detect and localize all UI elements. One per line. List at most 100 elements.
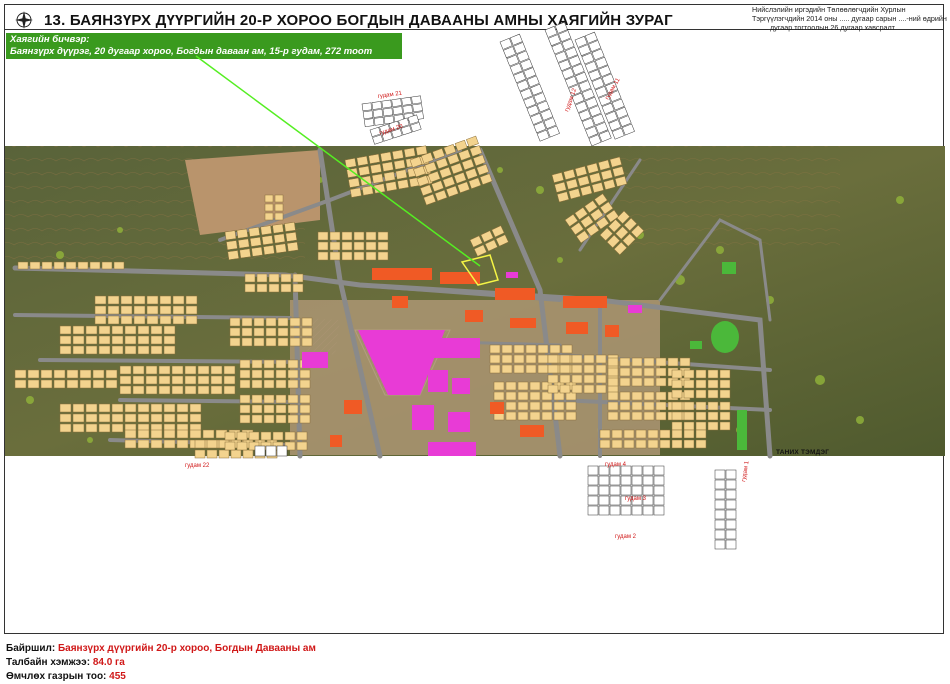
plot-parcel [172,315,185,325]
plot-parcel [647,429,659,439]
plot-parcel [150,403,163,413]
plot-parcel [292,283,304,293]
plot-parcel [244,283,256,293]
plot-parcel [265,337,277,347]
plot-parcel [284,431,296,441]
plot-parcel [620,475,632,486]
plot-parcel [517,411,529,421]
plot-parcel [72,335,85,345]
plot-parcel [631,367,643,377]
plot-parcel [653,495,665,506]
plot-parcel [85,403,98,413]
plot-parcel [124,429,137,439]
plot-parcel [653,485,665,496]
plot-parcel [595,364,607,374]
plot-parcel [251,369,263,379]
plot-parcel [598,475,610,486]
plot-parcel [725,509,737,520]
plot-parcel [631,411,643,421]
plot-parcel [631,465,643,476]
plot-parcel [287,404,299,414]
plot-parcel [655,367,667,377]
plot-parcel [274,212,284,221]
plot-parcel [72,413,85,423]
plot-parcel [362,110,374,120]
plot-parcel [197,385,210,395]
plot-parcel [184,365,197,375]
plot-parcel [150,325,163,335]
plot-parcel [609,495,621,506]
plot-parcel [619,401,631,411]
plot-parcel [210,385,223,395]
plot-parcel [402,104,413,114]
plot-parcel [301,327,313,337]
plot-parcel [620,485,632,496]
plot-parcel [289,327,301,337]
plot-parcel [53,369,66,379]
plot-parcel [59,423,72,433]
plot-parcel [124,439,137,449]
plot-parcel [631,505,643,516]
plot-parcel [653,475,665,486]
plot-parcel [671,421,683,431]
plot-parcel [273,233,286,244]
plot-parcel [623,429,635,439]
plot-parcel [631,401,643,411]
plot-parcel [642,465,654,476]
plot-parcel [280,283,292,293]
plot-parcel [529,401,541,411]
area-row: Талбайн хэмжээ: 84.0 га [6,656,316,670]
plot-parcel [653,505,665,516]
plot-parcel [714,469,726,480]
plot-parcel [248,226,261,237]
plot-parcel [695,439,707,449]
plot-parcel [241,327,253,337]
plot-parcel [268,273,280,283]
plot-parcel [671,389,683,399]
plot-parcel [72,423,85,433]
plot-parcel [587,505,599,516]
plot-parcel [683,421,695,431]
plot-parcel [133,295,146,305]
plot-parcel [344,157,357,169]
plot-parcel [98,325,111,335]
plot-parcel [655,411,667,421]
plot-parcel [683,439,695,449]
plot-parcel [381,161,394,172]
plot-parcel [517,401,529,411]
plot-parcel [642,505,654,516]
zone-northwest [185,150,320,235]
plot-parcel [719,389,731,399]
location-row: Байршил: Баянзүрх дүүргийн 20-р хороо, Б… [6,642,316,656]
plot-parcel [276,445,288,457]
plot-parcel [229,327,241,337]
plot-parcel [261,235,274,246]
plot-parcel [349,187,362,198]
plot-parcel [113,261,125,270]
plot-parcel [107,305,120,315]
plot-parcel [365,241,377,251]
plot-parcel [587,475,599,486]
plot-parcel [529,411,541,421]
plot-parcel [695,379,707,389]
plot-parcel [609,505,621,516]
plot-parcel [230,449,242,459]
plot-parcel [609,475,621,486]
plot-parcel [105,369,118,379]
plot-parcel [370,163,382,174]
plot-parcel [301,337,313,347]
plot-parcel [683,389,695,399]
plot-parcel [301,317,313,327]
plot-parcel [89,261,101,270]
plot-parcel [595,384,607,394]
plot-parcel [401,96,412,106]
plot-parcel [296,431,308,441]
plot-parcel [29,261,41,270]
plot-parcel [14,369,27,379]
plot-parcel [280,273,292,283]
plot-parcel [341,251,353,261]
plot-parcel [172,295,185,305]
plot-parcel [223,375,236,385]
plot-parcel [65,261,77,270]
plot-parcel [513,364,525,374]
